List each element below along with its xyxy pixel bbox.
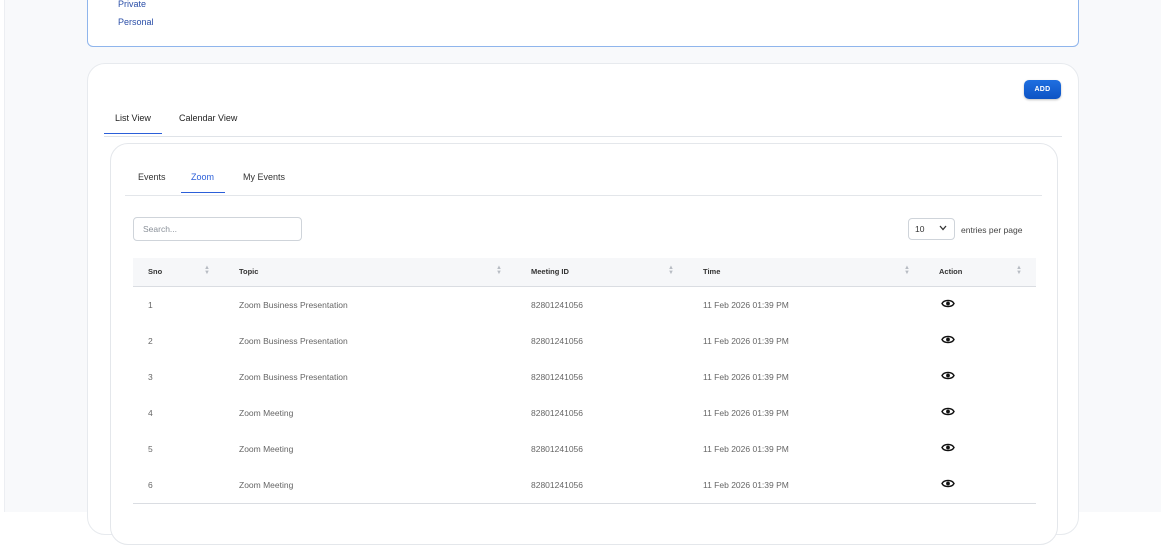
cell-action xyxy=(924,323,1036,359)
cell-topic: Zoom Business Presentation xyxy=(239,335,348,346)
cell-time: 11 Feb 2026 01:39 PM xyxy=(703,299,789,310)
cell-meeting-id: 82801241056 xyxy=(531,335,584,346)
table-header-row: Sno ▲ ▼ Topic ▲ ▼ Meeting ID ▲ ▼ Time ▲ ▼ Action… xyxy=(133,258,1036,287)
cell-meeting-id: 82801241056 xyxy=(516,466,688,504)
table-row: 1 Zoom Business Presentation 82801241056 11… xyxy=(133,286,1036,323)
table-row: 5 Zoom Meeting 82801241056 11 Feb 2026 01:3… xyxy=(133,431,1036,467)
cell-meeting-id: 82801241056 xyxy=(531,299,584,310)
column-header-meeting-id[interactable]: Meeting ID ▲ ▼ xyxy=(516,258,688,287)
cell-sno: 5 xyxy=(148,443,153,454)
column-header-time[interactable]: Time ▲ ▼ xyxy=(688,258,924,287)
cell-time: 11 Feb 2026 01:39 PM xyxy=(703,443,789,454)
cell-sno: 1 xyxy=(148,299,153,310)
add-button[interactable]: ADD xyxy=(1024,80,1061,99)
eye-icon xyxy=(941,443,955,455)
column-header-sno[interactable]: Sno ▲ ▼ xyxy=(133,258,224,287)
view-tabs: List View Calendar View xyxy=(104,108,1062,137)
view-meeting-button[interactable] xyxy=(939,479,955,491)
cell-time: 11 Feb 2026 01:39 PM xyxy=(688,466,924,504)
cell-topic: Zoom Business Presentation xyxy=(239,299,348,310)
sort-icon: ▲ ▼ xyxy=(904,265,910,276)
event-type-filter-panel: Private Personal xyxy=(87,0,1079,47)
cell-sno: 2 xyxy=(148,335,153,346)
tab-zoom[interactable]: Zoom xyxy=(181,172,226,193)
cell-meeting-id: 82801241056 xyxy=(531,443,584,454)
eye-icon xyxy=(941,407,955,419)
cell-topic: Zoom Meeting xyxy=(239,443,294,454)
column-header-action[interactable]: Action ▲ ▼ xyxy=(924,258,1036,287)
cell-sno: 3 xyxy=(148,371,153,382)
cell-topic: Zoom Meeting xyxy=(224,466,516,504)
cell-sno: 4 xyxy=(148,407,153,418)
view-meeting-button[interactable] xyxy=(939,443,955,455)
eye-icon xyxy=(941,371,955,383)
eye-icon xyxy=(941,479,955,491)
cell-action xyxy=(924,466,1036,504)
cell-action xyxy=(924,359,1036,395)
zoom-meetings-table: Sno ▲ ▼ Topic ▲ ▼ Meeting ID ▲ ▼ Time ▲ ▼ Action… xyxy=(133,258,1036,504)
search-input[interactable] xyxy=(133,217,302,241)
filter-option-private[interactable]: Private xyxy=(118,0,146,9)
cell-action xyxy=(924,286,1036,323)
events-list-panel: Events Zoom My Events 10 entries per pag… xyxy=(110,143,1058,545)
table-row: 4 Zoom Meeting 82801241056 11 Feb 2026 01:3… xyxy=(133,395,1036,431)
eye-icon xyxy=(941,299,955,311)
column-header-topic[interactable]: Topic ▲ ▼ xyxy=(224,258,516,287)
cell-time: 11 Feb 2026 01:39 PM xyxy=(703,335,789,346)
cell-time: 11 Feb 2026 01:39 PM xyxy=(703,407,789,418)
table-row: 2 Zoom Business Presentation 82801241056 11… xyxy=(133,323,1036,359)
tab-list-view[interactable]: List View xyxy=(104,113,162,134)
events-card: ADD List View Calendar View Events Zoom … xyxy=(87,63,1079,545)
view-meeting-button[interactable] xyxy=(939,299,955,311)
sort-icon: ▲ ▼ xyxy=(1016,265,1022,276)
cell-sno: 6 xyxy=(133,466,224,504)
cell-topic: Zoom Business Presentation xyxy=(239,371,348,382)
sub-tabs: Events Zoom My Events xyxy=(125,168,1042,196)
cell-meeting-id: 82801241056 xyxy=(531,371,584,382)
view-meeting-button[interactable] xyxy=(939,335,955,347)
cell-action xyxy=(924,395,1036,431)
sort-icon: ▲ ▼ xyxy=(668,265,674,276)
sort-icon: ▲ ▼ xyxy=(204,265,210,276)
eye-icon xyxy=(941,335,955,347)
entries-per-page-select[interactable]: 10 xyxy=(908,218,955,240)
filter-option-personal[interactable]: Personal xyxy=(118,17,154,27)
table-row: 3 Zoom Business Presentation 82801241056 11… xyxy=(133,359,1036,395)
cell-action xyxy=(924,431,1036,467)
entries-per-page-value: 10 xyxy=(915,224,925,234)
cell-topic: Zoom Meeting xyxy=(239,407,294,418)
cell-meeting-id: 82801241056 xyxy=(531,407,584,418)
tab-calendar-view[interactable]: Calendar View xyxy=(179,113,237,133)
entries-per-page-label: entries per page xyxy=(961,225,1023,235)
view-meeting-button[interactable] xyxy=(939,371,955,383)
tab-my-events[interactable]: My Events xyxy=(243,172,285,192)
cell-time: 11 Feb 2026 01:39 PM xyxy=(703,371,789,382)
view-meeting-button[interactable] xyxy=(939,407,955,419)
table-row: 6 Zoom Meeting 82801241056 11 Feb 2026 01:3… xyxy=(133,466,1036,504)
chevron-down-icon xyxy=(939,224,947,233)
sort-icon: ▲ ▼ xyxy=(496,265,502,276)
tab-events[interactable]: Events xyxy=(138,172,166,192)
